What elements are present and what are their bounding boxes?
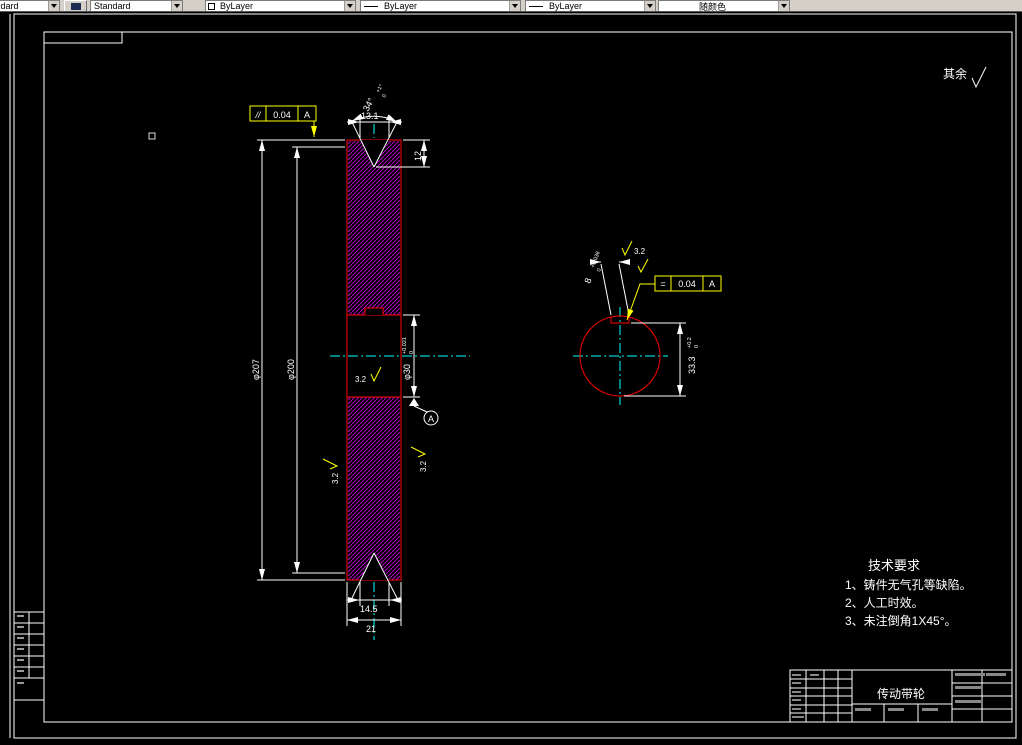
dim-outer-diameter: φ207 [251,359,261,380]
lineweight-combo[interactable]: ByLayer [525,0,656,11]
color-swatch-icon [208,2,215,10]
plot-style-value: 随颜色 [699,1,727,12]
dim-pitch-diameter: φ200 [286,359,296,380]
front-view: φ207 φ200 13.1 12 34° +1° 0 14.5 21 φ30 … [249,84,470,640]
chevron-down-icon[interactable] [778,1,789,11]
tolerance-frame-front: // 0.04 A [249,105,317,137]
tolerance-symbol: = [660,279,665,289]
tolerance-datum: A [709,279,715,289]
dim-keyway-height-tol-upper: +0.2 [687,337,693,348]
roughness-keyway: 3.2 [621,240,646,257]
frame-left-cells [14,611,44,701]
svg-text:3.2: 3.2 [331,472,340,484]
surface-finish-icon [971,66,987,89]
corner-note-text: 其余 [943,66,967,81]
toolbar: Standard Standard ByLayer ByLayer ByLaye… [0,0,1022,12]
part-name: 传动带轮 [877,686,925,701]
tech-req-item: 2、人工时效。 [845,595,924,610]
linetype-icon [364,5,378,7]
svg-text:3.2: 3.2 [355,375,367,384]
tolerance-value: 0.04 [678,279,696,289]
dim-rim-width: 21 [366,624,376,634]
dim-keyway-width: 8 [582,277,593,285]
color-control-combo[interactable]: ByLayer [205,0,356,11]
tech-req-item: 1、铸件无气孔等缺陷。 [845,577,972,592]
chevron-down-icon[interactable] [644,1,655,11]
datum-label: A [428,414,434,424]
roughness-check-icon [637,258,649,274]
dim-groove-depth: 12 [413,151,423,161]
tolerance-value: 0.04 [273,110,291,120]
chevron-down-icon[interactable] [171,1,182,11]
dim-style-combo[interactable]: Standard [0,0,60,11]
dim-bore-diameter: φ30 [402,364,412,380]
drawing-svg: φ207 φ200 13.1 12 34° +1° 0 14.5 21 φ30 … [9,13,1017,739]
drawing-canvas[interactable]: φ207 φ200 13.1 12 34° +1° 0 14.5 21 φ30 … [0,12,1022,745]
corner-finish-note: 其余 [943,66,987,89]
roughness-bore: 3.2 [355,366,382,384]
roughness-left: 3.2 [322,458,340,484]
side-view: 33.3 +0.2 0 8 +0.036 0 3.2 = 0.04 A [573,240,722,405]
linetype-value: ByLayer [384,1,418,11]
tech-req-item: 3、未注倒角1X45°。 [845,613,957,628]
style-manager-icon [70,2,81,10]
frame-left-cell-text-marks [17,615,24,684]
tech-requirements: 技术要求 1、铸件无气孔等缺陷。 2、人工时效。 3、未注倒角1X45°。 [845,558,972,628]
grip-marker[interactable] [148,132,156,140]
lineweight-value: ByLayer [549,1,583,11]
color-control-value: ByLayer [220,1,254,11]
dim-groove-angle-tol-upper: +1° [375,84,384,94]
svg-text:3.2: 3.2 [419,460,428,472]
cad-window: Standard Standard ByLayer ByLayer ByLaye… [0,0,1022,745]
dim-groove-angle-tol-lower: 0 [381,93,388,99]
sheet-frame [9,13,1017,739]
dim-keyway-width-tol-upper: +0.036 [590,251,601,269]
text-style-value: Standard [94,1,131,11]
tech-req-title: 技术要求 [868,558,920,573]
tolerance-frame-side: = 0.04 A [626,275,722,321]
plot-style-combo[interactable]: 随颜色 [658,0,790,12]
linetype-combo[interactable]: ByLayer [360,0,521,11]
chevron-down-icon[interactable] [48,1,59,11]
dim-keyway-height: 33.3 [687,356,697,374]
lineweight-icon [529,5,543,7]
dim-bore-tol-lower: 0 [409,351,415,354]
text-style-combo[interactable]: Standard [90,0,183,11]
dim-keyway-height-tol-lower: 0 [694,345,700,348]
centerlines [573,307,668,405]
dim-bore-tol-upper: +0.021 [402,337,408,354]
dim-style-value: Standard [0,1,19,11]
svg-text:3.2: 3.2 [634,247,646,256]
chevron-down-icon[interactable] [344,1,355,11]
style-manager-button[interactable] [64,0,87,11]
roughness-right: 3.2 [410,446,428,472]
chevron-down-icon[interactable] [509,1,520,11]
dim-groove-bottom-width: 14.5 [360,604,378,614]
tolerance-datum: A [304,110,310,120]
datum-flag: A [409,398,439,426]
